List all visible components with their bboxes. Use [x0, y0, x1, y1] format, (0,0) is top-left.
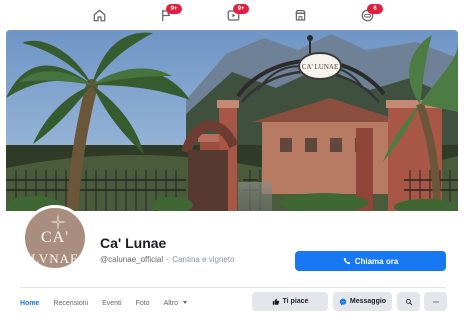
- avatar-text-top: CA': [40, 229, 70, 246]
- page-subtitle: @calunae_official · Cantina e vigneto: [100, 255, 235, 264]
- notification-badge: 6: [367, 4, 383, 14]
- nav-watch[interactable]: 9+: [223, 4, 249, 25]
- phone-icon: [343, 257, 350, 265]
- page-category[interactable]: Cantina e vigneto: [172, 255, 234, 264]
- call-now-label: Chiama ora: [354, 256, 399, 266]
- thumbs-up-icon: [272, 298, 279, 305]
- gate-sign-text: CA' LUNAE: [302, 63, 338, 71]
- nav-marketplace[interactable]: [290, 5, 310, 25]
- page-avatar[interactable]: CA' LVNAE: [22, 205, 88, 271]
- messenger-icon: [339, 298, 347, 305]
- marketplace-icon: [294, 9, 306, 21]
- tab-altro[interactable]: Altro: [164, 300, 187, 307]
- home-icon: [93, 9, 105, 21]
- tab-home[interactable]: Home: [20, 300, 39, 307]
- cover-illustration: CA' LUNAE: [6, 30, 458, 211]
- notification-badge: 9+: [233, 4, 249, 14]
- message-label: Messaggio: [349, 298, 387, 305]
- subtitle-separator: ·: [166, 255, 170, 264]
- top-navigation: 9+ 9+ 6: [0, 0, 464, 30]
- caret-down-icon: [182, 301, 187, 305]
- tab-foto[interactable]: Foto: [136, 300, 150, 307]
- tab-altro-label: Altro: [163, 299, 178, 307]
- page-tabs: Home Recensioni Eventi Foto Altro: [20, 294, 201, 312]
- like-button[interactable]: Ti piace: [252, 292, 328, 311]
- cover-photo[interactable]: CA' LUNAE: [6, 30, 458, 211]
- like-label: Ti piace: [282, 298, 309, 305]
- nav-home[interactable]: [89, 5, 109, 25]
- search-icon: [405, 298, 412, 305]
- call-now-button[interactable]: Chiama ora: [295, 251, 446, 271]
- more-icon: [432, 300, 439, 303]
- header-divider: [20, 287, 446, 288]
- page-handle: @calunae_official: [100, 255, 164, 264]
- page-title: Ca' Lunae: [100, 235, 167, 251]
- message-button[interactable]: Messaggio: [333, 292, 392, 311]
- nav-pages[interactable]: 9+: [156, 4, 182, 25]
- avatar-text-bottom: LVNAE: [31, 251, 79, 266]
- page-header: CA' LVNAE Ca' Lunae @calunae_official · …: [0, 205, 464, 315]
- tab-recensioni[interactable]: Recensioni: [53, 300, 88, 307]
- nav-gaming[interactable]: 6: [357, 4, 383, 25]
- search-button[interactable]: [397, 292, 420, 311]
- tab-eventi[interactable]: Eventi: [102, 300, 121, 307]
- more-options-button[interactable]: [424, 292, 447, 311]
- notification-badge: 9+: [166, 4, 182, 14]
